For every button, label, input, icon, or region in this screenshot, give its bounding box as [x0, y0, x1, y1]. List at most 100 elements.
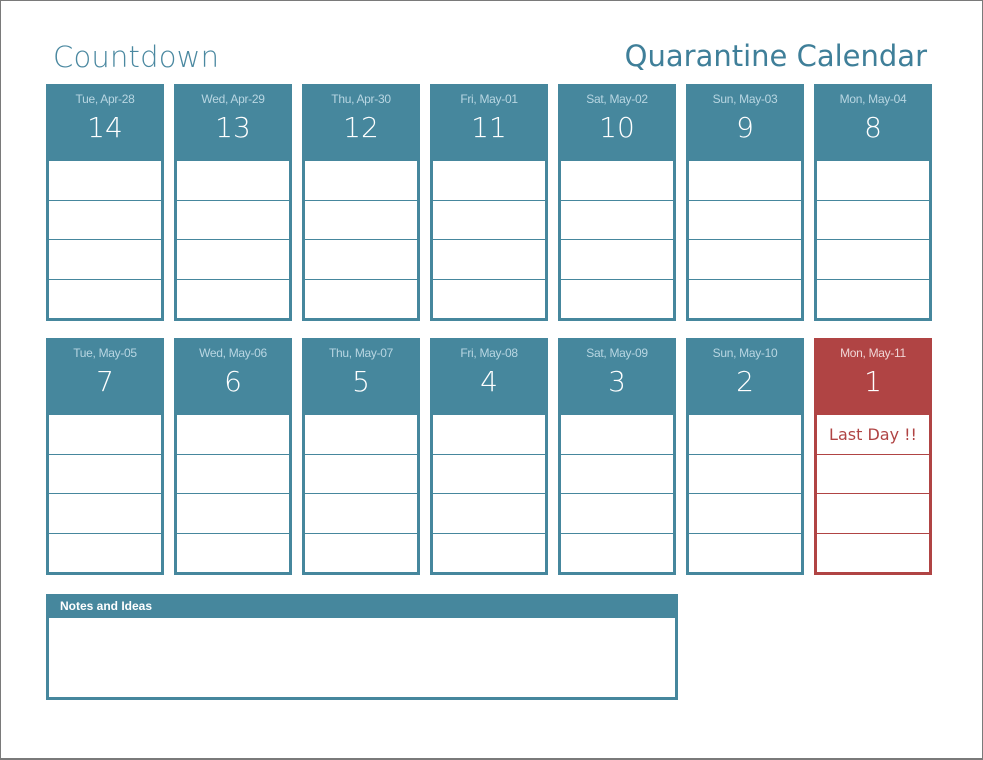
day-slot[interactable] [817, 161, 929, 201]
day-header: Sat, May-09 3 [558, 338, 676, 415]
day-slot[interactable] [49, 534, 161, 573]
day-slot[interactable] [817, 240, 929, 280]
day-date: Thu, Apr-30 [331, 92, 391, 106]
day-card: Sun, May-03 9 [686, 84, 804, 321]
day-slot[interactable] [177, 534, 289, 573]
day-slot[interactable] [817, 534, 929, 573]
day-slot[interactable] [305, 161, 417, 201]
day-card: Fri, May-01 11 [430, 84, 548, 321]
day-date: Wed, May-06 [199, 346, 267, 360]
last-day-note[interactable]: Last Day !! [817, 415, 929, 455]
day-card: Thu, Apr-30 12 [302, 84, 420, 321]
day-header: Mon, May-04 8 [814, 84, 932, 161]
day-slot[interactable] [177, 161, 289, 201]
day-slot[interactable] [689, 494, 801, 534]
day-date: Fri, May-08 [460, 346, 518, 360]
day-date: Sun, May-03 [712, 92, 778, 106]
days-remaining: 6 [224, 365, 242, 398]
day-date: Tue, May-05 [73, 346, 137, 360]
days-remaining: 14 [87, 111, 123, 144]
day-slot[interactable] [177, 455, 289, 494]
day-slot[interactable] [433, 534, 545, 573]
day-header: Sat, May-02 10 [558, 84, 676, 161]
day-slot[interactable] [433, 201, 545, 240]
day-slot[interactable] [689, 455, 801, 494]
day-slot[interactable] [561, 415, 673, 455]
day-date: Sat, May-09 [586, 346, 648, 360]
days-remaining: 7 [96, 365, 114, 398]
day-slot[interactable] [817, 455, 929, 494]
day-slot[interactable] [561, 494, 673, 534]
day-slot[interactable] [817, 280, 929, 319]
day-slot[interactable] [177, 240, 289, 280]
day-card: Thu, May-07 5 [302, 338, 420, 575]
day-slot[interactable] [689, 534, 801, 573]
day-slot[interactable] [433, 415, 545, 455]
day-slot[interactable] [305, 455, 417, 494]
day-slot[interactable] [433, 494, 545, 534]
day-date: Sun, May-10 [712, 346, 778, 360]
day-slot[interactable] [49, 201, 161, 240]
day-card: Tue, May-05 7 [46, 338, 164, 575]
days-remaining: 10 [599, 111, 635, 144]
day-header: Thu, Apr-30 12 [302, 84, 420, 161]
day-slot[interactable] [305, 201, 417, 240]
day-date: Tue, Apr-28 [75, 92, 135, 106]
day-slot[interactable] [177, 280, 289, 319]
day-slot[interactable] [305, 534, 417, 573]
day-card: Fri, May-08 4 [430, 338, 548, 575]
day-slot[interactable] [49, 280, 161, 319]
day-header: Wed, May-06 6 [174, 338, 292, 415]
day-slot[interactable] [177, 201, 289, 240]
day-header: Fri, May-01 11 [430, 84, 548, 161]
day-slot[interactable] [177, 494, 289, 534]
day-card: Sun, May-10 2 [686, 338, 804, 575]
day-slot[interactable] [561, 240, 673, 280]
day-slot[interactable] [433, 280, 545, 319]
notes-input[interactable] [49, 618, 675, 697]
day-slot[interactable] [433, 240, 545, 280]
calendar-title: Quarantine Calendar [624, 39, 927, 73]
days-remaining: 3 [608, 365, 626, 398]
day-slot[interactable] [49, 494, 161, 534]
day-slot[interactable] [817, 494, 929, 534]
day-slot[interactable] [561, 201, 673, 240]
day-card: Sat, May-09 3 [558, 338, 676, 575]
day-card: Mon, May-04 8 [814, 84, 932, 321]
day-slot[interactable] [433, 161, 545, 201]
day-slot[interactable] [689, 415, 801, 455]
day-slot[interactable] [49, 455, 161, 494]
day-slot[interactable] [49, 415, 161, 455]
days-remaining: 2 [736, 365, 754, 398]
day-card: Sat, May-02 10 [558, 84, 676, 321]
day-slot[interactable] [817, 201, 929, 240]
day-slot[interactable] [689, 201, 801, 240]
day-slot[interactable] [561, 455, 673, 494]
day-slot[interactable] [49, 240, 161, 280]
day-slot[interactable] [561, 534, 673, 573]
day-slot[interactable] [433, 455, 545, 494]
day-slot[interactable] [689, 280, 801, 319]
day-slot[interactable] [305, 494, 417, 534]
day-header: Fri, May-08 4 [430, 338, 548, 415]
day-slot[interactable] [305, 415, 417, 455]
day-slot[interactable] [689, 161, 801, 201]
day-slot[interactable] [305, 280, 417, 319]
day-header: Wed, Apr-29 13 [174, 84, 292, 161]
days-remaining: 1 [864, 365, 882, 398]
days-remaining: 5 [352, 365, 370, 398]
day-card: Tue, Apr-28 14 [46, 84, 164, 321]
day-slot[interactable] [177, 415, 289, 455]
day-date: Mon, May-04 [839, 92, 907, 106]
day-slot[interactable] [49, 161, 161, 201]
day-header: Thu, May-07 5 [302, 338, 420, 415]
day-header: Mon, May-11 1 [814, 338, 932, 415]
day-slot[interactable] [305, 240, 417, 280]
final-day-card: Mon, May-11 1 Last Day !! [814, 338, 932, 575]
day-slot[interactable] [561, 161, 673, 201]
day-card: Wed, Apr-29 13 [174, 84, 292, 321]
day-slot[interactable] [561, 280, 673, 319]
days-remaining: 8 [864, 111, 882, 144]
day-slot[interactable] [689, 240, 801, 280]
day-header: Tue, Apr-28 14 [46, 84, 164, 161]
